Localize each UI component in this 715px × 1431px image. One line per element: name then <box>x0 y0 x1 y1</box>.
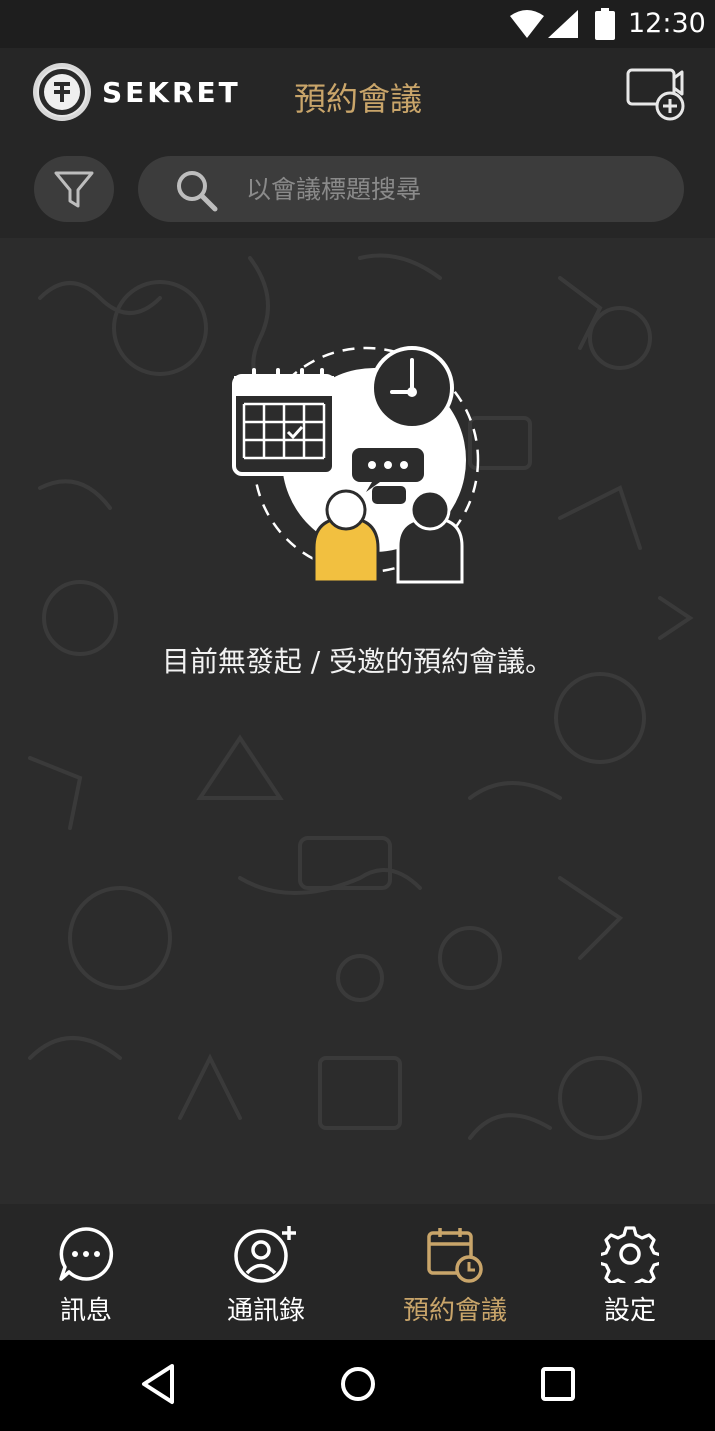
filter-button[interactable] <box>34 156 114 222</box>
bottom-nav: 訊息 通訊錄 預約會議 設定 <box>0 1204 715 1340</box>
content-area: 目前無發起 / 受邀的預約會議。 <box>0 238 715 1204</box>
signal-icon <box>548 10 578 38</box>
battery-icon <box>595 8 615 40</box>
nav-item-messages[interactable]: 訊息 <box>36 1204 136 1340</box>
nav-label-settings: 設定 <box>603 1296 656 1326</box>
meeting-illustration <box>232 346 480 584</box>
new-meeting-button[interactable] <box>620 62 688 124</box>
home-icon[interactable] <box>338 1362 378 1406</box>
nav-item-contacts[interactable]: 通訊錄 <box>206 1204 326 1340</box>
system-nav-bar <box>0 1340 715 1431</box>
search-icon <box>177 171 218 212</box>
page-title: 預約會議 <box>294 80 423 118</box>
status-bar: 12:30 <box>0 0 715 48</box>
search-bar[interactable] <box>138 156 684 222</box>
nav-item-settings[interactable]: 設定 <box>578 1204 682 1340</box>
chat-bubble-icon <box>59 1227 114 1281</box>
search-input[interactable] <box>246 166 666 212</box>
nav-item-meetings[interactable]: 預約會議 <box>385 1204 525 1340</box>
nav-label-contacts: 通訊錄 <box>226 1296 305 1326</box>
gear-icon <box>601 1226 659 1283</box>
filter-icon <box>54 171 94 208</box>
app-logo <box>33 63 91 121</box>
recent-apps-icon[interactable] <box>538 1362 578 1406</box>
nav-label-messages: 訊息 <box>59 1296 112 1326</box>
brand-wordmark: SEKRET <box>102 76 241 109</box>
back-icon[interactable] <box>138 1362 178 1406</box>
nav-label-meetings: 預約會議 <box>402 1296 507 1326</box>
calendar-clock-icon <box>427 1228 483 1283</box>
wifi-icon <box>510 10 544 38</box>
status-time: 12:30 <box>628 8 706 39</box>
empty-state-message: 目前無發起 / 受邀的預約會議。 <box>161 645 554 678</box>
add-contact-icon <box>234 1226 296 1283</box>
